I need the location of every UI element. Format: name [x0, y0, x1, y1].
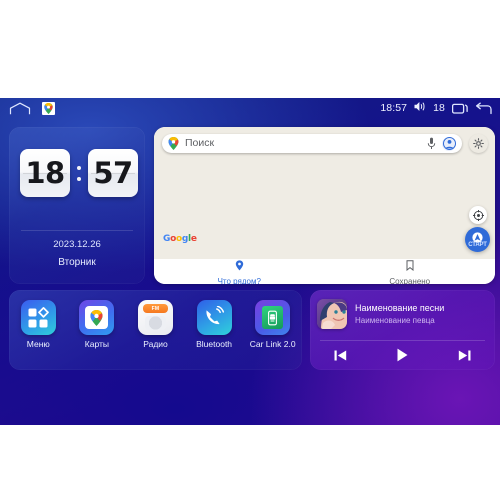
clock-widget[interactable]: 18 57 2023.12.26 Вторник	[9, 127, 145, 284]
music-meta: Наименование песни Наименование певца	[355, 303, 444, 325]
app-shortcuts-row: Меню Карты FM Радио Bluetooth Car Link 2…	[9, 300, 302, 349]
flip-clock: 18 57	[20, 149, 138, 197]
app-label-bluetooth: Bluetooth	[196, 339, 233, 349]
app-label-menu: Меню	[26, 339, 50, 349]
app-label-maps: Карты	[84, 339, 109, 349]
app-label-radio: Радио	[143, 339, 168, 349]
start-navigation-button[interactable]: СТАРТ	[465, 227, 490, 252]
back-arrow-icon[interactable]	[475, 102, 492, 115]
google-maps-pin-icon	[168, 137, 179, 150]
play-button[interactable]	[387, 346, 417, 364]
maps-widget[interactable]: Поиск Google СТАРТ Что рядом? Сохранено	[154, 127, 495, 284]
music-title: Наименование песни	[355, 303, 445, 313]
clock-date: 2023.12.26	[53, 239, 101, 250]
next-track-button[interactable]	[449, 346, 479, 364]
maps-icon-inner	[85, 306, 109, 329]
skip-previous-icon	[334, 350, 347, 360]
play-icon	[397, 348, 408, 362]
skip-next-icon	[458, 350, 471, 360]
radio-speaker-grill	[144, 316, 166, 330]
status-bar: 18:57 18	[0, 98, 500, 124]
volume-level: 18	[433, 102, 445, 114]
map-compass-button[interactable]	[469, 206, 487, 224]
search-bar[interactable]: Поиск	[162, 134, 462, 153]
start-navigation-label: СТАРТ	[468, 241, 487, 248]
app-shortcut-carlink[interactable]: Car Link 2.0	[246, 300, 300, 349]
tab-nearby-label: Что рядом?	[217, 276, 261, 285]
status-bar-left	[9, 102, 55, 115]
car-head-unit-screen: 18:57 18 18 57 2023.12.26 Вторник Поиск …	[0, 98, 500, 425]
google-maps-icon[interactable]	[42, 102, 55, 115]
app-shortcut-bluetooth[interactable]: Bluetooth	[187, 300, 241, 349]
carlink-icon-inner	[262, 306, 284, 329]
google-brand-logo: Google	[163, 234, 197, 244]
app-label-carlink: Car Link 2.0	[249, 339, 296, 349]
map-bottom-tabs: Что рядом? Сохранено	[154, 259, 495, 284]
car-link-icon	[255, 300, 291, 335]
status-time: 18:57	[380, 102, 408, 114]
music-controls	[310, 346, 495, 364]
radio-fm-label: FM	[151, 305, 160, 312]
album-art[interactable]	[317, 299, 347, 329]
music-player-widget: Наименование песни Наименование певца	[310, 290, 495, 370]
clock-hours-value: 18	[25, 155, 65, 190]
bookmark-icon	[406, 258, 414, 276]
app-shortcut-maps[interactable]: Карты	[70, 300, 124, 349]
clock-minutes-value: 57	[93, 155, 133, 190]
clock-colon	[77, 165, 81, 181]
volume-icon[interactable]	[414, 101, 426, 115]
music-artist: Наименование певца	[355, 316, 435, 325]
music-divider	[320, 340, 485, 341]
microphone-icon[interactable]	[427, 137, 436, 150]
search-input[interactable]: Поиск	[185, 138, 427, 149]
clock-weekday: Вторник	[58, 257, 96, 268]
radio-fm-badge: FM	[142, 304, 168, 313]
clock-minutes: 57	[88, 149, 138, 197]
location-pin-icon	[235, 258, 244, 276]
google-maps-icon	[79, 300, 115, 335]
home-outline-icon[interactable]	[9, 102, 31, 115]
tab-saved-label: Сохранено	[389, 276, 431, 285]
bluetooth-call-icon	[196, 300, 232, 335]
app-shortcut-radio[interactable]: FM Радио	[128, 300, 182, 349]
clock-divider	[21, 230, 133, 231]
app-shortcuts-widget: Меню Карты FM Радио Bluetooth Car Link 2…	[9, 290, 302, 370]
compass-icon	[472, 209, 484, 221]
gear-icon	[473, 138, 484, 149]
previous-track-button[interactable]	[326, 346, 356, 364]
app-shortcut-menu[interactable]: Меню	[11, 300, 65, 349]
account-avatar-icon[interactable]	[442, 136, 456, 151]
clock-hours: 18	[20, 149, 70, 197]
status-bar-right: 18:57 18	[380, 101, 492, 115]
radio-icon: FM	[137, 300, 173, 335]
tab-saved[interactable]: Сохранено	[325, 259, 496, 284]
music-now-playing: Наименование песни Наименование певца	[317, 299, 486, 329]
recents-square-icon[interactable]	[451, 102, 468, 115]
tab-nearby[interactable]: Что рядом?	[154, 259, 325, 284]
map-settings-button[interactable]	[469, 134, 488, 153]
grid-menu-icon	[20, 300, 56, 335]
